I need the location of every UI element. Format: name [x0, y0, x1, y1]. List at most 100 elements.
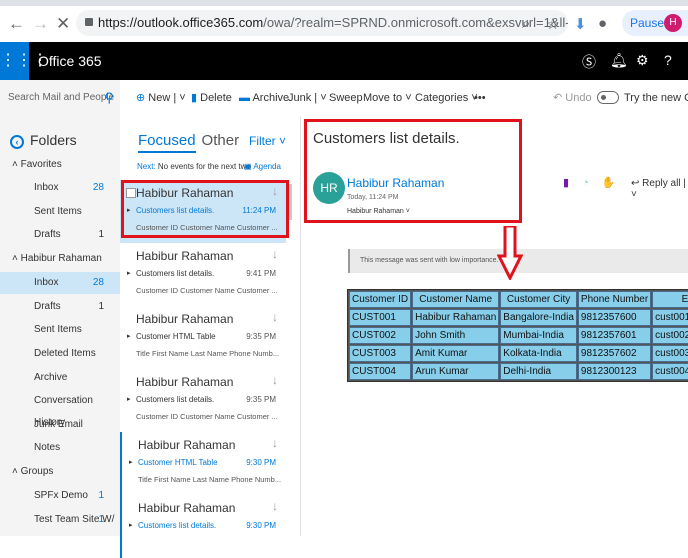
back-icon[interactable]: ← [8, 14, 25, 34]
tab-focused[interactable]: Focused [138, 132, 196, 153]
back-circle-icon[interactable]: ‹ [10, 135, 24, 149]
like-icon[interactable]: ✋ [602, 177, 616, 189]
folder-label: Sent Items [34, 324, 82, 335]
onenote-icon[interactable]: ▮ [563, 177, 569, 189]
account-archive[interactable]: Archive [0, 367, 120, 389]
group-spfx-demo[interactable]: SPFx Demo 1 [0, 485, 120, 507]
message-time: 9:41 PM [246, 269, 276, 278]
cell: cust003@gmail.com [652, 345, 688, 362]
bell-icon[interactable]: 🔔︎ [610, 52, 628, 69]
unread-count: 1 [98, 490, 104, 501]
star-icon[interactable]: ☆ [546, 15, 559, 33]
cell: cust001@gmail.com [652, 309, 688, 326]
favorites-sent-items[interactable]: Sent Items [0, 201, 120, 223]
account-conversation-history[interactable]: Conversation History [0, 390, 120, 428]
junk-button[interactable]: Junk | ˅ [288, 80, 327, 116]
cell: CUST002 [349, 327, 412, 344]
address-bar[interactable]: https://outlook.office365.com/owa/?realm… [76, 10, 568, 36]
search-placeholder: Search Mail and People [8, 92, 115, 103]
undo-label: Undo [565, 92, 592, 104]
account-junk-email[interactable]: Junk Email [0, 414, 120, 436]
customer-table: Customer ID Customer Name Customer City … [347, 289, 688, 382]
message-item[interactable]: Habibur Rahaman ↓ ▸ Customers list detai… [120, 369, 286, 432]
account-label: Habibur Rahaman [20, 253, 102, 264]
new-button[interactable]: ⊕ New | ˅ [136, 80, 186, 116]
favorites-inbox[interactable]: Inbox 28 [0, 177, 120, 199]
cell: Bangalore-India [500, 309, 577, 326]
groups-group[interactable]: ˄ Groups [0, 461, 120, 483]
zoom-icon[interactable]: ⌕ [522, 15, 530, 32]
account-sent-items[interactable]: Sent Items [0, 319, 120, 341]
folder-label: Drafts [34, 229, 61, 240]
favorites-group[interactable]: ˄ Favorites [0, 154, 120, 176]
app-launcher-icon[interactable]: ⋮⋮⋮ [0, 42, 48, 80]
expand-icon[interactable]: ▸ [127, 269, 131, 277]
tab-other[interactable]: Other [202, 132, 240, 149]
app-title[interactable]: Office 365 [38, 42, 102, 80]
undo-button[interactable]: ↶ Undo [553, 80, 592, 116]
message-item[interactable]: Habibur Rahaman ↓ ▸ Customers list detai… [120, 243, 286, 306]
message-preview: Title First Name Last Name Phone Numb... [138, 475, 282, 484]
office-header: ⋮⋮⋮ Office 365 Ⓢ 🔔︎ ⚙ ? [0, 42, 688, 80]
search-input[interactable]: Search Mail and People ⚲ [0, 80, 120, 116]
agenda-button[interactable]: ▣ Agenda [244, 162, 281, 171]
extension-icon[interactable]: ● [598, 15, 607, 32]
url-domain: https://outlook.office365.com [98, 15, 264, 30]
browser-toolbar: ← → ✕ https://outlook.office365.com/owa/… [0, 0, 688, 42]
arrow-down-icon[interactable]: ↓ [272, 310, 278, 324]
folder-label: Drafts [34, 301, 61, 312]
folder-label: Inbox [34, 182, 59, 193]
message-preview: Customer ID Customer Name Customer ... [136, 286, 278, 295]
delete-button[interactable]: ▮ Delete [191, 80, 232, 116]
message-item[interactable]: Habibur Rahaman ↓ ▸ Customers list detai… [120, 495, 286, 558]
help-icon[interactable]: ? [664, 52, 672, 68]
arrow-down-icon[interactable]: ↓ [272, 373, 278, 387]
next-text: No events for the next two [157, 162, 251, 171]
message-item[interactable]: Habibur Rahaman ↓ ▸ Customer HTML Table … [120, 432, 286, 495]
annotation-box-header [304, 119, 522, 223]
column-header: Customer City [500, 291, 577, 308]
more-button[interactable]: ••• [474, 80, 486, 116]
account-deleted-items[interactable]: Deleted Items [0, 343, 120, 365]
account-group[interactable]: ˄ Habibur Rahaman [0, 248, 120, 270]
archive-button[interactable]: ▬ Archive [239, 80, 289, 116]
arrow-down-icon[interactable]: ↓ [272, 247, 278, 261]
search-icon[interactable]: ⚲ [104, 80, 114, 116]
favorites-drafts[interactable]: Drafts 1 [0, 224, 120, 246]
table-row: CUST003 Amit Kumar Kolkata-India 9812357… [349, 345, 688, 362]
download-icon[interactable]: ⬇ [574, 15, 587, 33]
profile-button[interactable]: Paused H [622, 10, 688, 36]
expand-icon[interactable]: ▸ [129, 521, 133, 529]
expand-icon[interactable]: ▸ [127, 332, 131, 340]
skype-icon[interactable]: Ⓢ [582, 52, 596, 72]
expand-icon[interactable]: ▸ [129, 458, 133, 466]
expand-icon[interactable]: ▸ [127, 395, 131, 403]
arrow-down-icon[interactable]: ↓ [272, 436, 278, 450]
gear-icon[interactable]: ⚙ [636, 52, 649, 69]
try-new-outlook-label: Try the new Outlook [624, 92, 688, 104]
lock-icon [85, 18, 93, 26]
annotation-box-message [121, 180, 289, 238]
message-item[interactable]: Habibur Rahaman ↓ ▸ Customer HTML Table … [120, 306, 286, 369]
new-outlook-toggle[interactable] [597, 91, 619, 104]
sweep-button[interactable]: Sweep [329, 80, 363, 116]
move-to-button[interactable]: Move to ˅ [363, 80, 412, 116]
reading-actions: ▮ ◔ ✋ [563, 176, 616, 189]
folders-title: Folders [30, 132, 77, 148]
arrow-down-icon[interactable]: ↓ [272, 499, 278, 513]
reply-all-button[interactable]: ↩ Reply all | ˅ [631, 178, 688, 200]
profile-avatar: H [664, 14, 682, 32]
cell: CUST003 [349, 345, 412, 362]
categories-label: Categories [415, 92, 469, 104]
filter-button[interactable]: Filter ˅ [249, 134, 286, 148]
account-drafts[interactable]: Drafts 1 [0, 296, 120, 318]
account-notes[interactable]: Notes [0, 437, 120, 459]
cell: John Smith [412, 327, 500, 344]
categories-button[interactable]: Categories ˅ [415, 80, 478, 116]
account-inbox[interactable]: Inbox 28 [0, 272, 120, 294]
group-test-team-site[interactable]: Test Team Site W/1 [0, 509, 120, 531]
loop-icon[interactable]: ◔ [582, 177, 589, 189]
folders-header[interactable]: ‹ Folders [10, 132, 77, 149]
stop-icon[interactable]: ✕ [56, 14, 70, 34]
forward-icon[interactable]: → [32, 14, 49, 34]
